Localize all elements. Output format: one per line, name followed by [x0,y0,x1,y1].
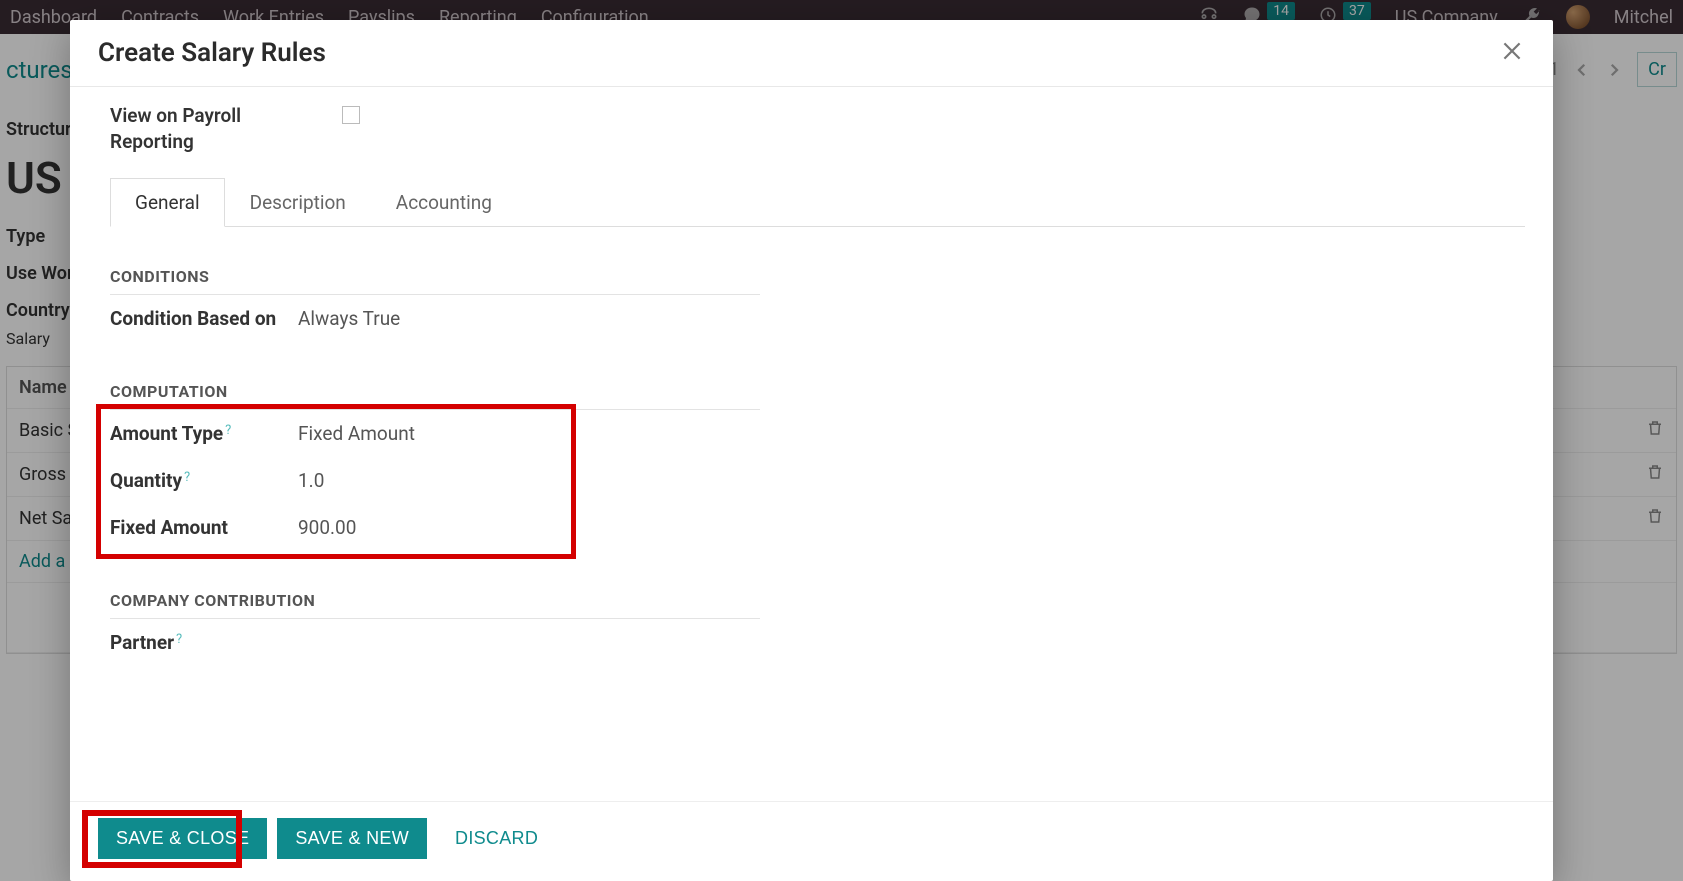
tab-description[interactable]: Description [225,178,371,226]
modal-tabs: General Description Accounting [110,178,1525,227]
help-icon[interactable]: ? [184,470,190,485]
section-conditions: CONDITIONS [110,267,760,295]
discard-button[interactable]: DISCARD [437,818,556,859]
amount-type-label: Amount Type? [110,422,280,445]
partner-label: Partner? [110,631,280,654]
view-on-payroll-checkbox[interactable] [342,106,360,124]
modal-footer: SAVE & CLOSE SAVE & NEW DISCARD [70,801,1553,881]
create-salary-rules-modal: Create Salary Rules View on Payroll Repo… [70,20,1553,881]
close-icon[interactable] [1499,38,1525,68]
quantity-value[interactable]: 1.0 [298,469,324,492]
modal-body: View on Payroll Reporting General Descri… [70,87,1553,801]
modal-title: Create Salary Rules [98,38,326,68]
tab-general[interactable]: General [110,178,225,227]
help-icon[interactable]: ? [176,632,182,647]
section-company-contribution: COMPANY CONTRIBUTION [110,591,760,619]
save-new-button[interactable]: SAVE & NEW [277,818,427,859]
view-on-payroll-label: View on Payroll Reporting [110,103,320,154]
save-close-button[interactable]: SAVE & CLOSE [98,818,267,859]
section-computation: COMPUTATION [110,382,760,410]
amount-type-value[interactable]: Fixed Amount [298,422,415,445]
fixed-amount-label: Fixed Amount [110,516,280,539]
condition-based-on-label: Condition Based on [110,307,280,330]
condition-based-on-value[interactable]: Always True [298,307,400,330]
quantity-label: Quantity? [110,469,280,492]
help-icon[interactable]: ? [225,423,231,438]
tab-accounting[interactable]: Accounting [371,178,517,226]
fixed-amount-value[interactable]: 900.00 [298,516,356,539]
